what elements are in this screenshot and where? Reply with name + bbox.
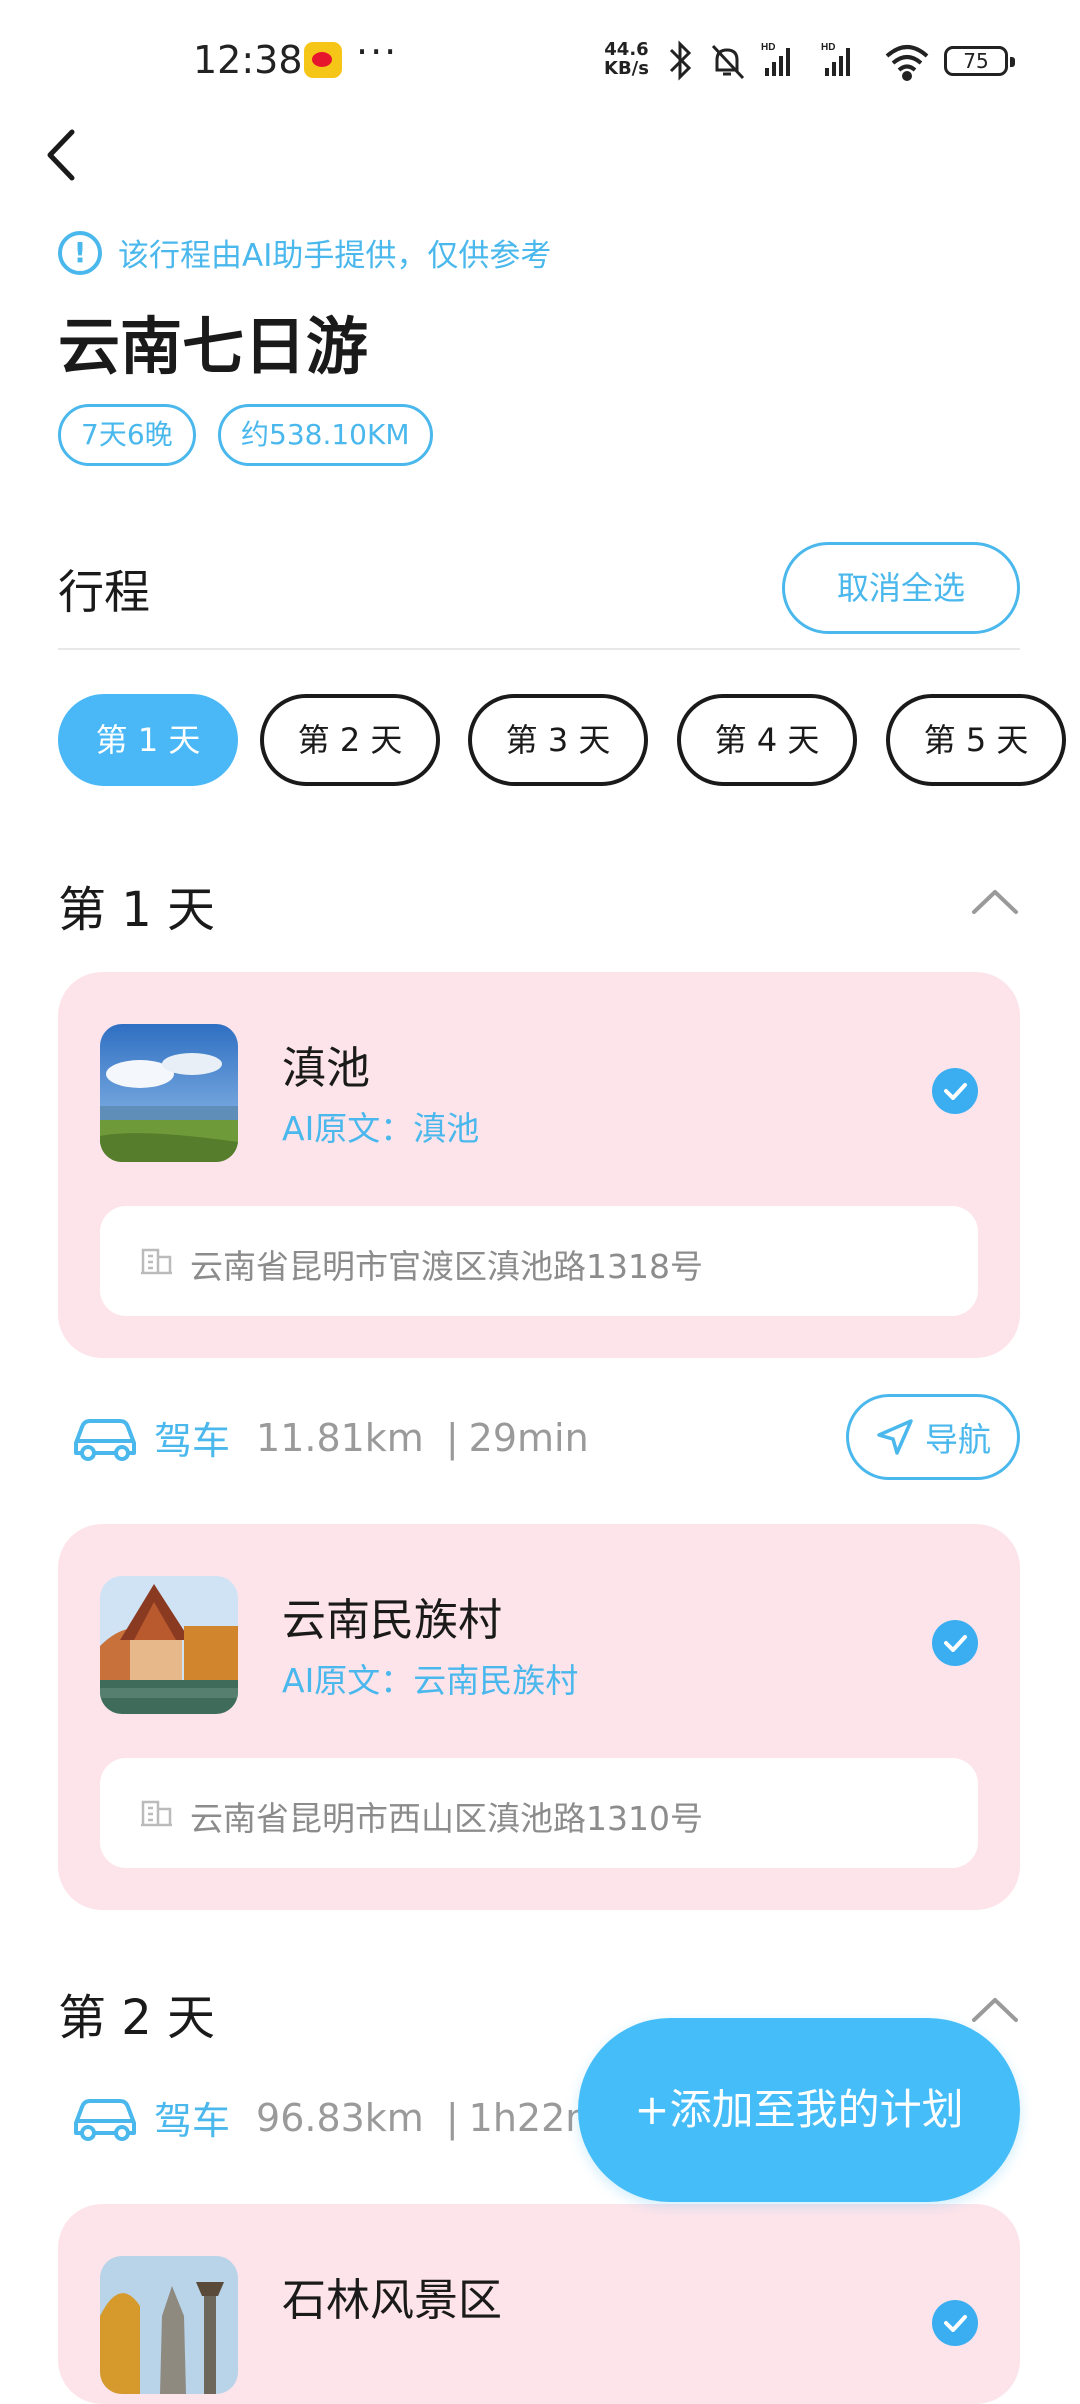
day-1-header: 第 1 天 [58, 882, 216, 938]
place-name: 云南民族村 [282, 1595, 502, 1646]
duration-tag: 7天6晚 [58, 404, 196, 466]
tab-day-3[interactable]: 第 3 天 [468, 694, 648, 786]
navigate-label: 导航 [925, 1420, 991, 1459]
place-card[interactable]: 滇池 AI原文：滇池 云南省昆明市官渡区滇池路1318号 [58, 972, 1020, 1358]
drive-info: 驾车 96.83km | 1h22min [70, 2090, 637, 2145]
ai-notice: ! 该行程由AI助手提供，仅供参考 [58, 230, 551, 275]
svg-text:HD: HD [761, 42, 775, 53]
distance-tag: 约538.10KM [218, 404, 433, 466]
address-text: 云南省昆明市西山区滇池路1310号 [190, 1799, 703, 1838]
back-icon[interactable] [42, 126, 82, 184]
place-thumbnail [100, 1024, 238, 1162]
tab-day-4[interactable]: 第 4 天 [677, 694, 857, 786]
separator: | [445, 1415, 459, 1460]
navigation-arrow-icon [877, 1419, 913, 1455]
trip-title: 云南七日游 [58, 310, 369, 383]
drive-mode-label: 驾车 [154, 1419, 231, 1463]
svg-text:HD: HD [821, 42, 835, 53]
building-icon [141, 1248, 172, 1275]
network-speed-unit: KB/s [604, 58, 649, 79]
weibo-icon [304, 42, 342, 78]
place-card[interactable]: 石林风景区 [58, 2204, 1020, 2404]
network-speed: 44.6 KB/s [604, 40, 649, 78]
drive-mode-label: 驾车 [154, 2099, 231, 2143]
place-thumbnail [100, 1576, 238, 1714]
place-card[interactable]: 云南民族村 AI原文：云南民族村 云南省昆明市西山区滇池路1310号 [58, 1524, 1020, 1910]
signal-2-icon: HD [821, 42, 850, 76]
exclamation-icon: ! [58, 230, 102, 275]
battery-icon: 75 [944, 46, 1015, 76]
status-icons: HD HD [669, 40, 929, 81]
status-time: 12:38 [193, 38, 303, 82]
divider [58, 648, 1020, 650]
more-notifications-icon: ··· [356, 30, 399, 74]
tab-day-2[interactable]: 第 2 天 [260, 694, 440, 786]
chevron-up-icon[interactable] [970, 886, 1020, 918]
bluetooth-icon [669, 40, 692, 81]
ai-notice-text: 该行程由AI助手提供，仅供参考 [118, 238, 552, 274]
signal-1-icon: HD [761, 42, 790, 76]
place-ai-text: AI原文：云南民族村 [282, 1661, 579, 1700]
check-icon[interactable] [932, 2300, 978, 2346]
car-icon [74, 1418, 136, 1461]
address-box: 云南省昆明市西山区滇池路1310号 [100, 1758, 978, 1868]
itinerary-title: 行程 [58, 565, 150, 619]
wifi-icon [885, 45, 929, 81]
address-text: 云南省昆明市官渡区滇池路1318号 [190, 1247, 703, 1286]
place-thumbnail [100, 2256, 238, 2394]
navigate-button[interactable]: 导航 [846, 1394, 1020, 1480]
address-box: 云南省昆明市官渡区滇池路1318号 [100, 1206, 978, 1316]
tab-day-1[interactable]: 第 1 天 [58, 694, 238, 786]
drive-info: 驾车 11.81km | 29min [70, 1410, 589, 1465]
separator: | [445, 2095, 459, 2140]
cancel-all-button[interactable]: 取消全选 [782, 542, 1020, 634]
check-icon[interactable] [932, 1620, 978, 1666]
chevron-up-icon[interactable] [970, 1994, 1020, 2026]
day-2-header: 第 2 天 [58, 1990, 216, 2046]
place-name: 石林风景区 [282, 2275, 502, 2326]
drive-distance: 11.81km [256, 1415, 424, 1460]
tab-day-5[interactable]: 第 5 天 [886, 694, 1066, 786]
place-name: 滇池 [282, 1043, 370, 1094]
network-speed-value: 44.6 [604, 39, 649, 60]
add-to-my-plan-button[interactable]: +添加至我的计划 [578, 2018, 1020, 2202]
drive-time: 29min [468, 1415, 589, 1460]
car-icon [74, 2098, 136, 2141]
mute-icon [711, 44, 745, 80]
drive-distance: 96.83km [256, 2095, 424, 2140]
place-ai-text: AI原文：滇池 [282, 1109, 480, 1148]
check-icon[interactable] [932, 1068, 978, 1114]
building-icon [141, 1800, 172, 1827]
